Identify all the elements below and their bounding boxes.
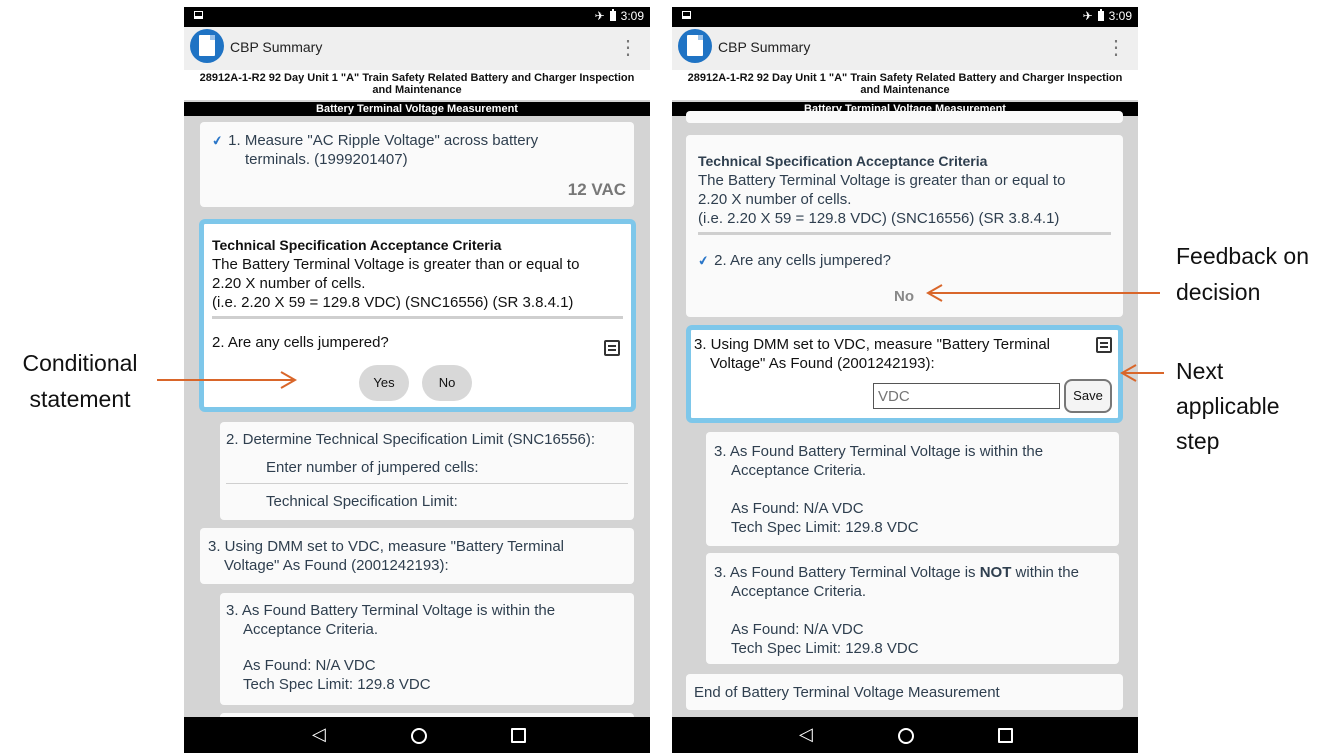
procedure-title: 28912A-1-R2 92 Day Unit 1 "A" Train Safe… — [184, 70, 650, 100]
app-logo-icon[interactable] — [678, 29, 712, 63]
yes-button[interactable]: Yes — [359, 365, 409, 401]
feedback-arrow — [926, 284, 1160, 302]
step-card-ac-ripple: ✔ 1. Measure "AC Ripple Voltage" across … — [200, 122, 634, 207]
divider — [212, 316, 623, 319]
within-criteria-card: 3. As Found Battery Terminal Voltage is … — [706, 432, 1119, 546]
next-step-arrow — [1120, 364, 1164, 382]
note-icon[interactable] — [1096, 337, 1112, 353]
question-text: 2. Are any cells jumpered? — [212, 334, 389, 351]
notification-icon — [194, 11, 203, 19]
overflow-menu-icon[interactable]: ⋮ — [1104, 37, 1128, 59]
recent-apps-icon[interactable] — [511, 728, 526, 743]
right-tablet-screen: ✈ 3:09 CBP Summary ⋮ 28912A-1-R2 92 Day … — [672, 7, 1138, 753]
previous-card-edge — [686, 111, 1123, 123]
app-bar: CBP Summary ⋮ — [672, 27, 1138, 70]
navigation-bar: ◁ — [184, 717, 650, 753]
app-title: CBP Summary — [230, 39, 323, 55]
app-title: CBP Summary — [718, 39, 811, 55]
limit-card: 2. Determine Technical Specification Lim… — [220, 422, 634, 520]
no-button[interactable]: No — [422, 365, 472, 401]
check-icon: ✔ — [210, 132, 225, 149]
step-value: 12 VAC — [567, 180, 626, 199]
active-measure-card: 3. Using DMM set to VDC, measure "Batter… — [686, 325, 1123, 423]
battery-icon — [1097, 9, 1104, 21]
status-bar: ✈ 3:09 — [184, 7, 650, 27]
battery-icon — [609, 9, 616, 21]
note-icon[interactable] — [604, 340, 620, 356]
clock: 3:09 — [1108, 9, 1132, 23]
section-header: Battery Terminal Voltage Measurement — [184, 102, 650, 116]
divider — [698, 232, 1111, 235]
next-applicable-step-label: Next applicable step — [1176, 358, 1280, 454]
airplane-mode-icon: ✈ — [1082, 9, 1093, 23]
home-icon[interactable] — [411, 728, 427, 744]
not-within-criteria-card: 3. As Found Battery Terminal Voltage is … — [706, 553, 1119, 664]
decision-answer: No — [894, 288, 914, 305]
procedure-title: 28912A-1-R2 92 Day Unit 1 "A" Train Safe… — [672, 70, 1138, 100]
back-icon[interactable]: ◁ — [312, 723, 326, 745]
navigation-bar: ◁ — [672, 717, 1138, 753]
check-icon: ✔ — [696, 252, 711, 269]
conditional-statement-label: Conditional statement — [22, 350, 138, 412]
back-icon[interactable]: ◁ — [799, 723, 813, 745]
home-icon[interactable] — [898, 728, 914, 744]
clock: 3:09 — [620, 9, 644, 23]
end-of-section-card: End of Battery Terminal Voltage Measurem… — [686, 674, 1123, 710]
recent-apps-icon[interactable] — [998, 728, 1013, 743]
status-bar: ✈ 3:09 — [672, 7, 1138, 27]
criteria-title: Technical Specification Acceptance Crite… — [212, 237, 502, 253]
app-logo-icon[interactable] — [190, 29, 224, 63]
app-bar: CBP Summary ⋮ — [184, 27, 650, 70]
overflow-menu-icon[interactable]: ⋮ — [616, 37, 640, 59]
airplane-mode-icon: ✈ — [594, 9, 605, 23]
within-criteria-card: 3. As Found Battery Terminal Voltage is … — [220, 593, 634, 705]
feedback-on-decision-label: Feedback on decision — [1176, 243, 1309, 305]
voltage-input[interactable] — [873, 383, 1060, 409]
save-button[interactable]: Save — [1064, 379, 1112, 413]
measure-step-card: 3. Using DMM set to VDC, measure "Batter… — [200, 528, 634, 584]
conditional-arrow — [157, 371, 298, 389]
notification-icon — [682, 11, 691, 19]
criteria-title: Technical Specification Acceptance Crite… — [698, 153, 988, 169]
